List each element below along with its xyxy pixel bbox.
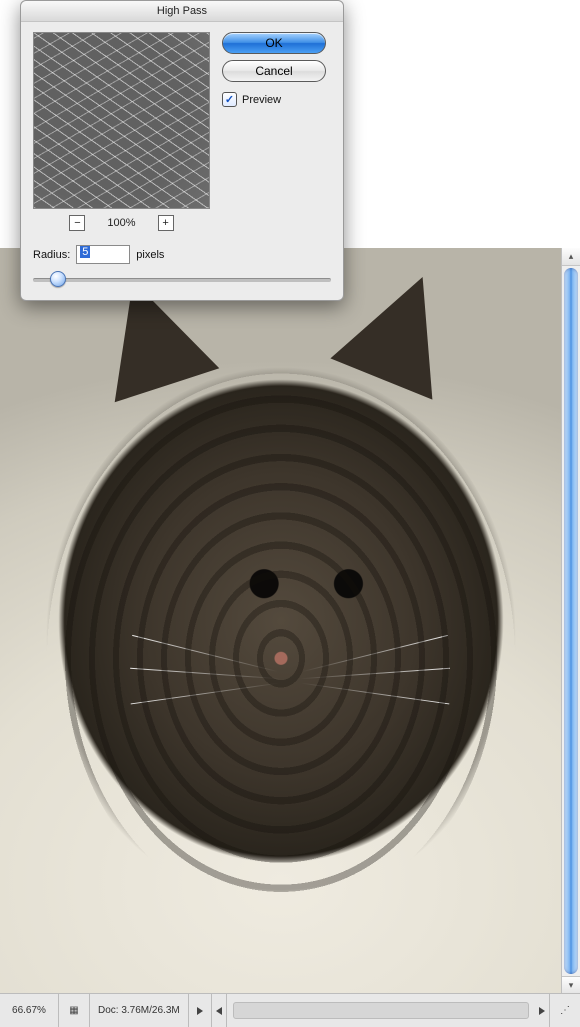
doc-info-menu[interactable] — [189, 994, 212, 1027]
zoom-out-button[interactable]: − — [69, 215, 85, 231]
zoom-readout[interactable]: 66.67% — [0, 994, 59, 1027]
ok-button[interactable]: OK — [222, 32, 326, 54]
image-decoration — [300, 668, 450, 679]
grid-icon: ▦ — [67, 1004, 81, 1018]
image-decoration — [132, 635, 278, 672]
image-decoration — [130, 668, 280, 679]
status-icon-grid[interactable]: ▦ — [59, 994, 90, 1027]
scroll-down-button[interactable]: ▾ — [562, 976, 580, 994]
radius-label: Radius: — [33, 249, 70, 261]
image-decoration — [330, 256, 473, 399]
hscroll-left-button[interactable] — [216, 1007, 222, 1015]
status-bar: 66.67% ▦ Doc: 3.76M/26.3M ⋰ — [0, 993, 580, 1027]
cancel-button[interactable]: Cancel — [222, 60, 326, 82]
preview-zoom-readout: 100% — [107, 217, 135, 229]
horizontal-scrollbar[interactable] — [233, 1002, 529, 1019]
doc-size-readout[interactable]: Doc: 3.76M/26.3M — [90, 994, 189, 1027]
image-decoration — [301, 683, 450, 705]
scrollbar-thumb[interactable] — [564, 268, 578, 974]
check-icon: ✓ — [225, 93, 234, 106]
image-decoration — [302, 635, 448, 672]
plus-icon: + — [162, 218, 168, 229]
scroll-up-button[interactable]: ▴ — [562, 248, 580, 266]
image-decoration — [131, 683, 280, 705]
slider-thumb[interactable] — [50, 271, 66, 287]
preview-checkbox-label: Preview — [242, 94, 281, 106]
high-pass-dialog: High Pass − 100% + OK Cancel ✓ Preview R — [20, 0, 344, 301]
radius-input[interactable]: 5 — [76, 245, 130, 264]
vertical-scrollbar[interactable]: ▴ ▾ — [561, 248, 580, 994]
resize-grip-icon[interactable]: ⋰ — [558, 1004, 572, 1018]
triangle-right-icon — [197, 1007, 203, 1015]
dialog-title: High Pass — [21, 1, 343, 22]
radius-slider[interactable] — [33, 270, 331, 288]
preview-checkbox[interactable]: ✓ — [222, 92, 237, 107]
minus-icon: − — [74, 218, 80, 229]
filter-preview[interactable] — [33, 32, 210, 209]
zoom-in-button[interactable]: + — [158, 215, 174, 231]
document-canvas[interactable] — [0, 248, 562, 994]
hscroll-right-button[interactable] — [539, 1007, 545, 1015]
slider-track — [33, 278, 331, 282]
radius-unit-label: pixels — [136, 249, 164, 261]
